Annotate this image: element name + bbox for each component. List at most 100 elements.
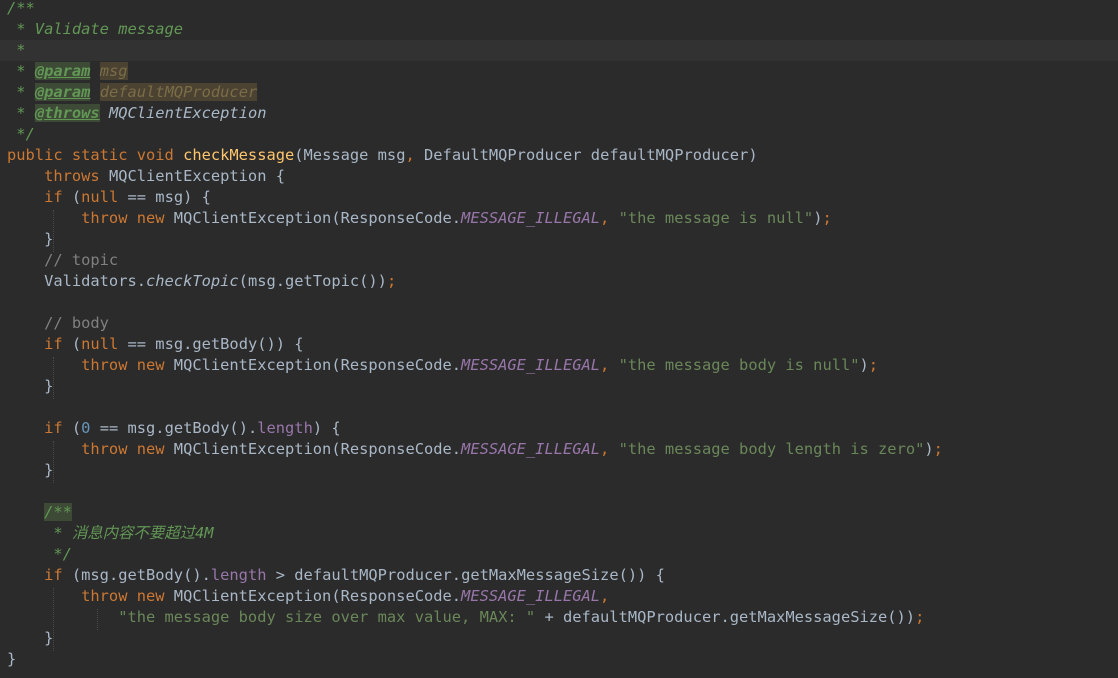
code-token: "the message is null"	[618, 209, 814, 227]
code-line[interactable]: }	[0, 649, 1118, 670]
code-token: }	[7, 377, 54, 395]
code-token: ;	[822, 209, 832, 227]
code-token: * 消息内容不要超过4M	[7, 524, 214, 542]
code-token: ) {	[312, 419, 341, 437]
code-token: *	[7, 62, 35, 80]
code-token: @throws	[34, 104, 100, 122]
code-token: throw new	[7, 587, 174, 605]
code-token: defaultMQProducer	[99, 83, 258, 101]
code-token: == msg) {	[127, 188, 211, 206]
code-line[interactable]: public static void checkMessage(Message …	[0, 145, 1118, 166]
code-token: // body	[7, 314, 109, 332]
code-token: == msg.getBody()) {	[127, 335, 304, 353]
code-editor[interactable]: /** * Validate message * * @param msg * …	[0, 0, 1118, 678]
code-token: )	[859, 356, 869, 374]
code-line[interactable]: }	[0, 628, 1118, 649]
code-line[interactable]: */	[0, 544, 1118, 565]
code-token: }	[7, 461, 54, 479]
code-line[interactable]: if (null == msg.getBody()) {	[0, 334, 1118, 355]
code-line[interactable]: if (null == msg) {	[0, 187, 1118, 208]
code-token: ,	[405, 146, 425, 164]
code-token: MESSAGE_ILLEGAL	[461, 587, 601, 605]
code-line[interactable]: * @throws MQClientException	[0, 103, 1118, 124]
code-line[interactable]: }	[0, 376, 1118, 397]
code-token: MQClientException(ResponseCode.	[173, 440, 462, 458]
code-line[interactable]: * @param msg	[0, 61, 1118, 82]
code-line[interactable]	[0, 397, 1118, 418]
code-line[interactable]: throws MQClientException {	[0, 166, 1118, 187]
code-token: if	[7, 419, 72, 437]
code-token: }	[7, 629, 54, 647]
code-line[interactable]: }	[0, 460, 1118, 481]
code-token: *	[7, 83, 35, 101]
code-token: checkMessage	[183, 146, 295, 164]
code-token: > defaultMQProducer.getMaxMessageSize())…	[275, 566, 665, 584]
code-token: }	[7, 230, 54, 248]
code-token: + defaultMQProducer.getMaxMessageSize())	[544, 608, 916, 626]
code-token: }	[7, 650, 17, 668]
code-line[interactable]: throw new MQClientException(ResponseCode…	[0, 355, 1118, 376]
code-line[interactable]: // body	[0, 313, 1118, 334]
code-token: ,	[600, 209, 619, 227]
code-token: length	[210, 566, 276, 584]
code-line[interactable]: * Validate message	[0, 19, 1118, 40]
code-line[interactable]: /**	[0, 0, 1118, 19]
code-line[interactable]	[0, 292, 1118, 313]
code-token: @param	[34, 83, 91, 101]
code-token: throw new	[7, 209, 174, 227]
code-line[interactable]: * @param defaultMQProducer	[0, 82, 1118, 103]
code-token: )	[924, 440, 934, 458]
code-line[interactable]: */	[0, 124, 1118, 145]
code-token: ;	[933, 440, 943, 458]
code-token: length	[257, 419, 313, 437]
code-token: MQClientException(ResponseCode.	[173, 356, 462, 374]
code-token: if	[7, 188, 72, 206]
code-token: throw new	[7, 440, 174, 458]
code-token: throw new	[7, 356, 174, 374]
code-line[interactable]: *	[0, 40, 1118, 61]
code-token: (	[71, 335, 82, 353]
code-token: DefaultMQProducer defaultMQProducer)	[424, 146, 758, 164]
code-token: null	[81, 188, 128, 206]
code-token: if	[7, 335, 72, 353]
code-token: ;	[386, 272, 397, 290]
code-token: Validators.	[7, 272, 146, 290]
code-token: MESSAGE_ILLEGAL	[461, 209, 601, 227]
code-token: (msg.getBody().	[71, 566, 211, 584]
code-line[interactable]: if (msg.getBody().length > defaultMQProd…	[0, 565, 1118, 586]
code-line[interactable]: // topic	[0, 250, 1118, 271]
code-line[interactable]: }	[0, 229, 1118, 250]
code-token: "the message body length is zero"	[618, 440, 925, 458]
code-token: "the message body is null"	[618, 356, 860, 374]
code-token: (	[71, 188, 82, 206]
code-token: MQClientException	[108, 104, 267, 122]
code-line[interactable]: "the message body size over max value, M…	[0, 607, 1118, 628]
code-token: (msg.getTopic())	[238, 272, 387, 290]
code-token: @param	[34, 62, 91, 80]
code-line[interactable]: Validators.checkTopic(msg.getTopic());	[0, 271, 1118, 292]
code-token: MESSAGE_ILLEGAL	[461, 440, 601, 458]
code-line[interactable]	[0, 481, 1118, 502]
code-token: */	[7, 125, 35, 143]
code-token: /**	[7, 0, 35, 17]
code-token: ;	[868, 356, 879, 374]
code-token: MQClientException(ResponseCode.	[173, 209, 462, 227]
code-token: MESSAGE_ILLEGAL	[461, 356, 601, 374]
code-line[interactable]: /**	[0, 502, 1118, 523]
code-token: null	[81, 335, 128, 353]
code-token: *	[7, 41, 26, 59]
code-token: MQClientException(ResponseCode.	[173, 587, 462, 605]
code-token: */	[7, 545, 72, 563]
code-token: ,	[600, 587, 610, 605]
code-line[interactable]: throw new MQClientException(ResponseCode…	[0, 586, 1118, 607]
code-line[interactable]: * 消息内容不要超过4M	[0, 523, 1118, 544]
code-token: public static void	[7, 146, 184, 164]
code-line[interactable]: throw new MQClientException(ResponseCode…	[0, 208, 1118, 229]
code-line[interactable]: if (0 == msg.getBody().length) {	[0, 418, 1118, 439]
code-line[interactable]: throw new MQClientException(ResponseCode…	[0, 439, 1118, 460]
code-token: ;	[915, 608, 925, 626]
code-token: throws	[7, 167, 109, 185]
